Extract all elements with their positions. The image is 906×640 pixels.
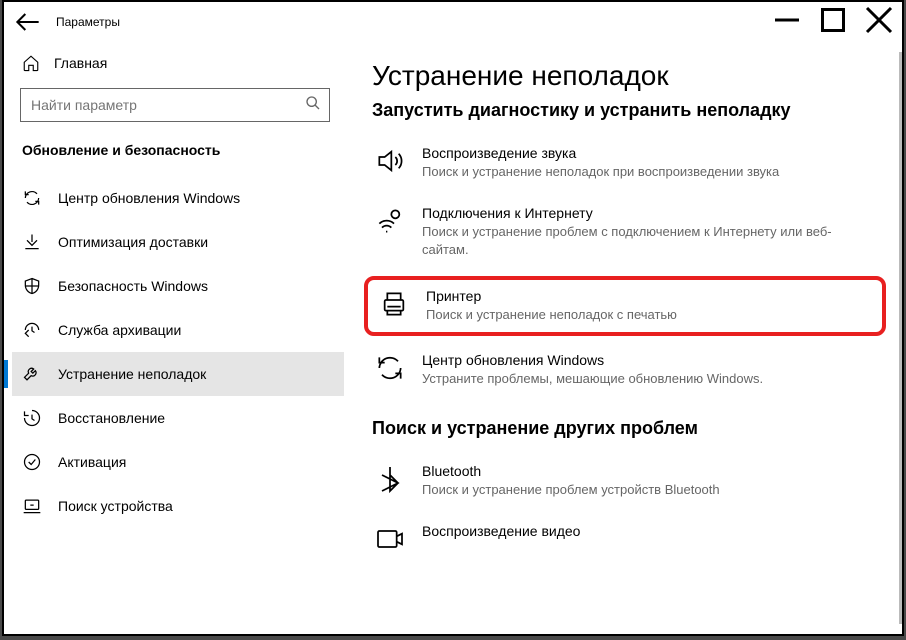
shield-icon xyxy=(22,276,42,296)
sidebar-item-label: Активация xyxy=(58,454,126,470)
troubleshoot-item-desc: Поиск и устранение проблем устройств Blu… xyxy=(422,481,876,499)
wifi-globe-icon xyxy=(374,205,406,237)
sidebar-item-backup[interactable]: Служба архивации xyxy=(12,308,344,352)
troubleshoot-item-title: Воспроизведение звука xyxy=(422,145,876,161)
sidebar-item-troubleshoot[interactable]: Устранение неполадок xyxy=(12,352,344,396)
sidebar-item-label: Оптимизация доставки xyxy=(58,234,208,250)
page-subtitle: Запустить диагностику и устранить непола… xyxy=(372,100,878,121)
sidebar-item-label: Служба архивации xyxy=(58,322,181,338)
sidebar-item-label: Безопасность Windows xyxy=(58,278,208,294)
page-title: Устранение неполадок xyxy=(372,60,878,92)
sidebar: Главная Обновление и безопасность xyxy=(4,42,344,634)
update-sync-icon xyxy=(374,352,406,384)
sidebar-section-header: Обновление и безопасность xyxy=(12,134,344,176)
sidebar-item-windows-update[interactable]: Центр обновления Windows xyxy=(12,176,344,220)
sidebar-item-label: Центр обновления Windows xyxy=(58,190,240,206)
minimize-button[interactable] xyxy=(764,2,810,38)
home-label: Главная xyxy=(54,55,107,71)
sidebar-item-activation[interactable]: Активация xyxy=(12,440,344,484)
window-title: Параметры xyxy=(56,15,120,29)
troubleshoot-item-printer[interactable]: Принтер Поиск и устранение неполадок с п… xyxy=(376,286,874,326)
troubleshoot-item-desc: Поиск и устранение неполадок при воспрои… xyxy=(422,163,876,181)
troubleshoot-item-bluetooth[interactable]: Bluetooth Поиск и устранение проблем уст… xyxy=(372,461,878,501)
other-problems-heading: Поиск и устранение других проблем xyxy=(372,418,878,439)
sidebar-item-label: Восстановление xyxy=(58,410,165,426)
find-device-icon xyxy=(22,496,42,516)
troubleshoot-item-video[interactable]: Воспроизведение видео xyxy=(372,521,878,557)
troubleshoot-item-title: Подключения к Интернету xyxy=(422,205,876,221)
video-icon xyxy=(374,523,406,555)
main-panel: Устранение неполадок Запустить диагности… xyxy=(344,42,902,634)
sidebar-item-label: Устранение неполадок xyxy=(58,366,206,382)
home-icon xyxy=(22,54,40,72)
search-input[interactable] xyxy=(31,97,321,113)
sidebar-item-windows-security[interactable]: Безопасность Windows xyxy=(12,264,344,308)
bluetooth-icon xyxy=(374,463,406,495)
close-button[interactable] xyxy=(856,2,902,38)
back-button[interactable] xyxy=(12,6,44,38)
sidebar-item-recovery[interactable]: Восстановление xyxy=(12,396,344,440)
titlebar: Параметры xyxy=(4,2,902,42)
sidebar-item-find-device[interactable]: Поиск устройства xyxy=(12,484,344,528)
speaker-icon xyxy=(374,145,406,177)
activation-icon xyxy=(22,452,42,472)
highlighted-item: Принтер Поиск и устранение неполадок с п… xyxy=(364,276,886,336)
recovery-icon xyxy=(22,408,42,428)
troubleshoot-item-desc: Поиск и устранение неполадок с печатью xyxy=(426,306,872,324)
scrollbar[interactable] xyxy=(899,52,902,624)
troubleshoot-item-title: Принтер xyxy=(426,288,872,304)
troubleshoot-item-title: Bluetooth xyxy=(422,463,876,479)
update-sync-icon xyxy=(22,188,42,208)
troubleshoot-item-audio[interactable]: Воспроизведение звука Поиск и устранение… xyxy=(372,143,878,183)
troubleshoot-icon xyxy=(22,364,42,384)
troubleshoot-item-title: Воспроизведение видео xyxy=(422,523,876,539)
sidebar-item-delivery-optimization[interactable]: Оптимизация доставки xyxy=(12,220,344,264)
search-icon xyxy=(305,95,321,116)
home-link[interactable]: Главная xyxy=(12,42,344,84)
troubleshoot-item-desc: Поиск и устранение проблем с подключение… xyxy=(422,223,876,259)
troubleshoot-item-internet[interactable]: Подключения к Интернету Поиск и устранен… xyxy=(372,203,878,261)
troubleshoot-item-title: Центр обновления Windows xyxy=(422,352,876,368)
troubleshoot-item-windows-update[interactable]: Центр обновления Windows Устраните пробл… xyxy=(372,350,878,390)
delivery-opt-icon xyxy=(22,232,42,252)
sidebar-item-label: Поиск устройства xyxy=(58,498,173,514)
maximize-button[interactable] xyxy=(810,2,856,38)
troubleshoot-item-desc: Устраните проблемы, мешающие обновлению … xyxy=(422,370,876,388)
search-box[interactable] xyxy=(20,88,330,122)
printer-icon xyxy=(378,288,410,320)
backup-icon xyxy=(22,320,42,340)
